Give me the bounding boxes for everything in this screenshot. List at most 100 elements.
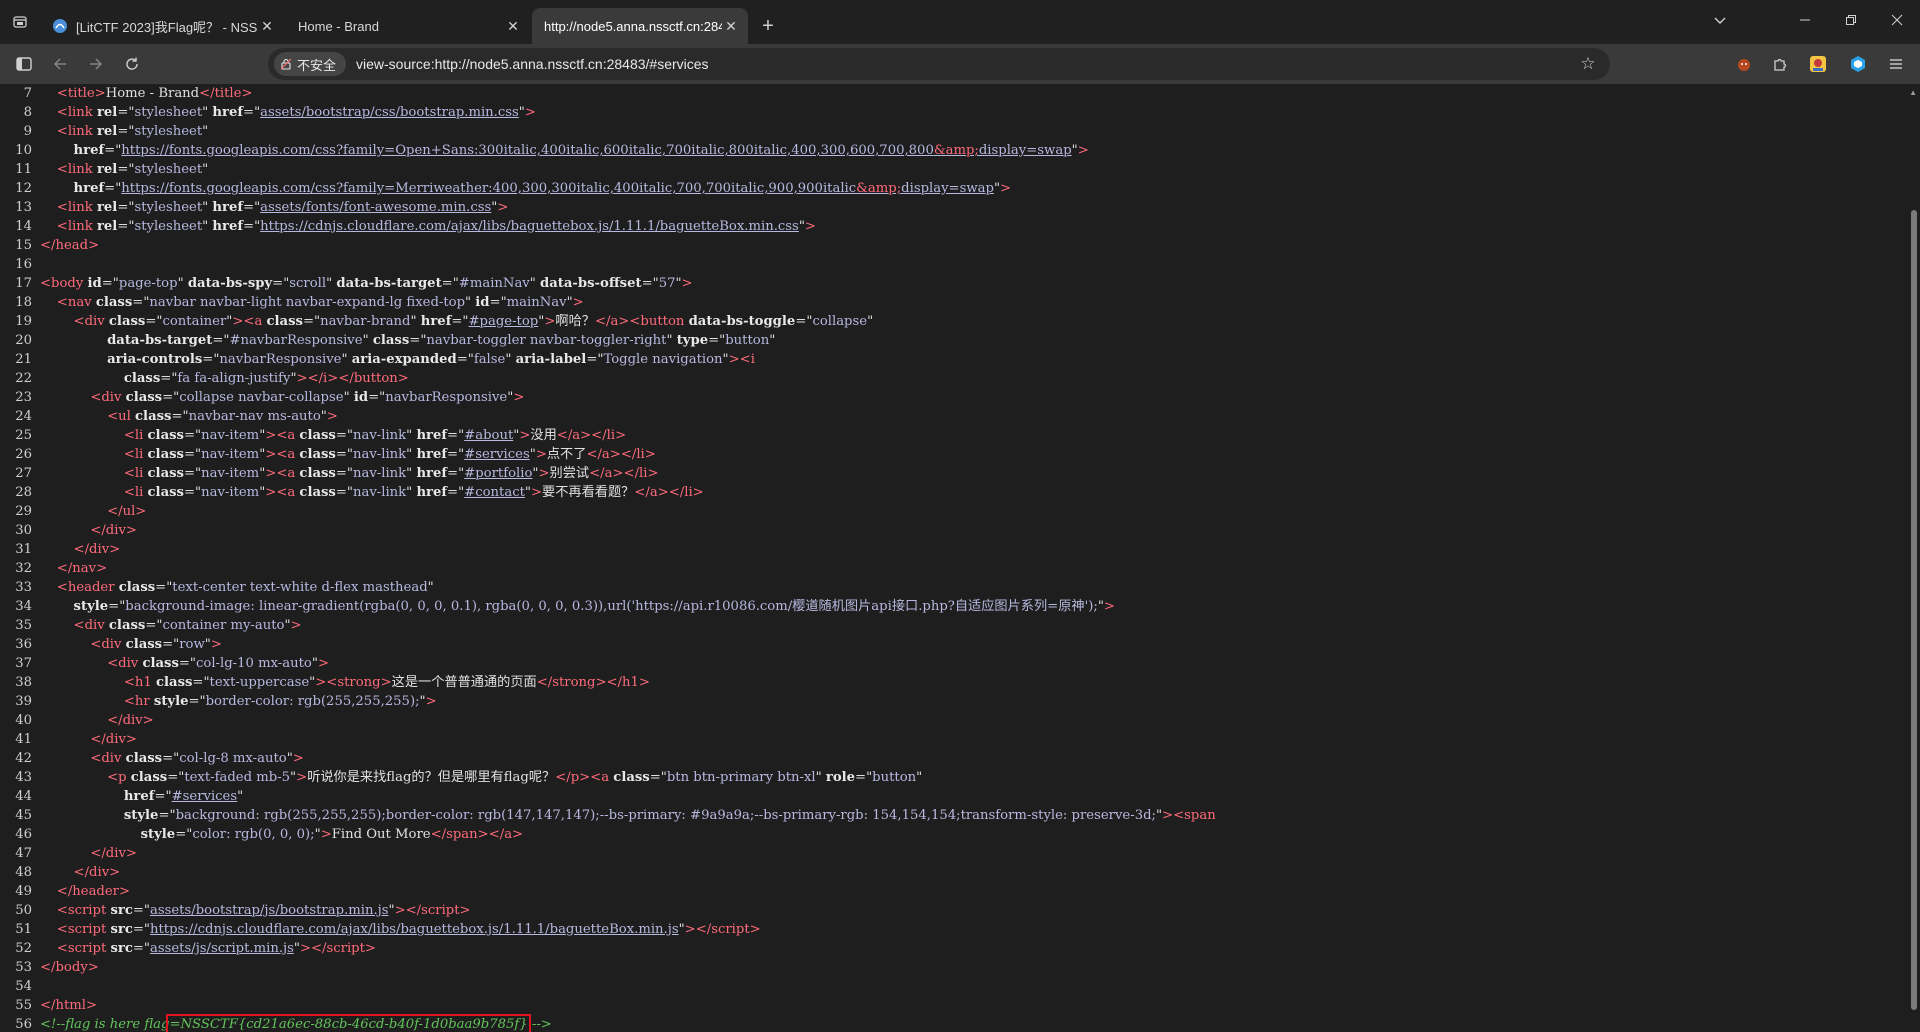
sidebar-toggle-icon[interactable] [6,48,42,80]
url-text[interactable]: view-source:http://node5.anna.nssctf.cn:… [356,56,709,72]
minimize-icon[interactable] [1782,0,1828,40]
source-line: 48 </div> [0,863,1906,882]
source-line: 11 <link rel="stylesheet" [0,160,1906,179]
extension-cat-icon[interactable] [1728,48,1760,80]
reload-icon[interactable] [114,48,150,80]
menu-icon[interactable] [1880,48,1912,80]
source-line: 45 style="background: rgb(255,255,255);b… [0,806,1906,825]
source-line: 33 <header class="text-center text-white… [0,578,1906,597]
line-number: 18 [15,295,32,310]
scroll-up-arrow-icon[interactable]: ▲ [1909,88,1917,97]
source-line: 27 <li class="nav-item"><a class="nav-li… [0,464,1906,483]
source-line: 24 <ul class="navbar-nav ms-auto"> [0,407,1906,426]
forward-arrow-icon[interactable] [78,48,114,80]
flag-value: =NSSCTF{cd21a6ec-88cb-46cd-b40f-1d0baa9b… [166,1014,531,1032]
security-label: 不安全 [297,57,337,73]
source-line: 17 <body id="page-top" data-bs-spy="scrol… [0,274,1906,293]
profile-avatar-icon[interactable] [1802,48,1834,80]
line-number: 31 [15,542,32,557]
source-line: 55 </html> [0,996,1906,1015]
address-bar[interactable]: 不安全 view-source:http://node5.anna.nssctf… [268,48,1610,80]
line-number: 56 [15,1017,32,1032]
line-number: 48 [15,865,32,880]
line-number: 42 [15,751,32,766]
source-line: 19 <div class="container"><a class="navb… [0,312,1906,331]
source-line: 30 </div> [0,521,1906,540]
scrollbar-thumb[interactable] [1911,210,1917,1010]
close-tab-icon[interactable]: ✕ [258,18,276,35]
line-number: 47 [15,846,32,861]
tab-list-chevron-icon[interactable] [1700,0,1740,40]
line-number: 39 [15,694,32,709]
source-line: 29 </ul> [0,502,1906,521]
line-number: 13 [15,200,32,215]
new-tab-button[interactable]: + [750,8,786,44]
source-line: 18 <nav class="navbar navbar-light navba… [0,293,1906,312]
source-line: 34 style="background-image: linear-gradi… [0,597,1906,616]
line-number: 26 [15,447,32,462]
source-line: 43 <p class="text-faded mb-5">听说你是来找flag… [0,768,1906,787]
view-source-panel: 7 <title>Home - Brand</title> 8 <link re… [0,84,1906,1032]
line-number: 41 [15,732,32,747]
window-controls [1782,0,1920,40]
line-number: 33 [15,580,32,595]
tab-nssctf[interactable]: [LitCTF 2023]我Flag呢？ - NSSCTF ✕ [40,8,284,44]
flag-comment-prefix: <!--flag is here flag [40,1017,170,1032]
line-number: 43 [15,770,32,785]
source-line: 31 </div> [0,540,1906,559]
line-number: 12 [15,181,32,196]
line-number: 32 [15,561,32,576]
source-line: 12 href="https://fonts.googleapis.com/cs… [0,179,1906,198]
line-number: 27 [15,466,32,481]
source-line: 23 <div class="collapse navbar-collapse"… [0,388,1906,407]
source-line: 13 <link rel="stylesheet" href="assets/f… [0,198,1906,217]
line-number: 55 [15,998,32,1013]
source-line: 35 <div class="container my-auto"> [0,616,1906,635]
line-number: 20 [15,333,32,348]
source-line: 51 <script src="https://cdnjs.cloudflare… [0,920,1906,939]
bookmark-star-icon[interactable]: ☆ [1576,52,1600,76]
close-window-icon[interactable] [1874,0,1920,40]
line-number: 28 [15,485,32,500]
source-line: 50 <script src="assets/bootstrap/js/boot… [0,901,1906,920]
tab-actions-icon[interactable] [0,0,40,44]
close-tab-icon[interactable]: ✕ [722,18,740,35]
nssctf-favicon-icon [52,18,68,34]
source-line: 46 style="color: rgb(0, 0, 0);">Find Out… [0,825,1906,844]
line-number: 29 [15,504,32,519]
restore-icon[interactable] [1828,0,1874,40]
source-line: 44 href="#services" [0,787,1906,806]
source-line: 32 </nav> [0,559,1906,578]
line-number: 21 [15,352,32,367]
tab-title: Home - Brand [298,18,379,34]
extension-cube-icon[interactable] [1842,48,1874,80]
line-number: 17 [15,276,32,291]
line-number: 34 [15,599,32,614]
security-chip[interactable]: 不安全 [274,52,347,76]
line-number: 36 [15,637,32,652]
line-number: 45 [15,808,32,823]
source-line: 36 <div class="row"> [0,635,1906,654]
line-number: 53 [15,960,32,975]
line-number: 19 [15,314,32,329]
line-number: 10 [15,143,32,158]
line-number: 7 [23,86,32,101]
line-number: 52 [15,941,32,956]
browser-toolbar: 不安全 view-source:http://node5.anna.nssctf… [0,44,1920,84]
line-number: 14 [15,219,32,234]
line-number: 8 [23,105,32,120]
tab-title: http://node5.anna.nssctf.cn:28483/#servi… [544,18,722,34]
tab-strip: [LitCTF 2023]我Flag呢？ - NSSCTF ✕ Home - B… [0,0,1920,44]
tab-title: [LitCTF 2023]我Flag呢？ - NSSCTF [76,19,258,35]
source-line: 21 aria-controls="navbarResponsive" aria… [0,350,1906,369]
tab-home-brand[interactable]: Home - Brand ✕ [286,8,530,44]
back-arrow-icon[interactable] [42,48,78,80]
line-number: 22 [15,371,32,386]
line-number: 40 [15,713,32,728]
line-number: 37 [15,656,32,671]
close-tab-icon[interactable]: ✕ [504,18,522,35]
flag-comment-suffix: --> [527,1017,552,1032]
tab-view-source[interactable]: http://node5.anna.nssctf.cn:28483/#servi… [532,8,748,44]
extensions-puzzle-icon[interactable] [1764,48,1796,80]
source-line: 52 <script src="assets/js/script.min.js"… [0,939,1906,958]
